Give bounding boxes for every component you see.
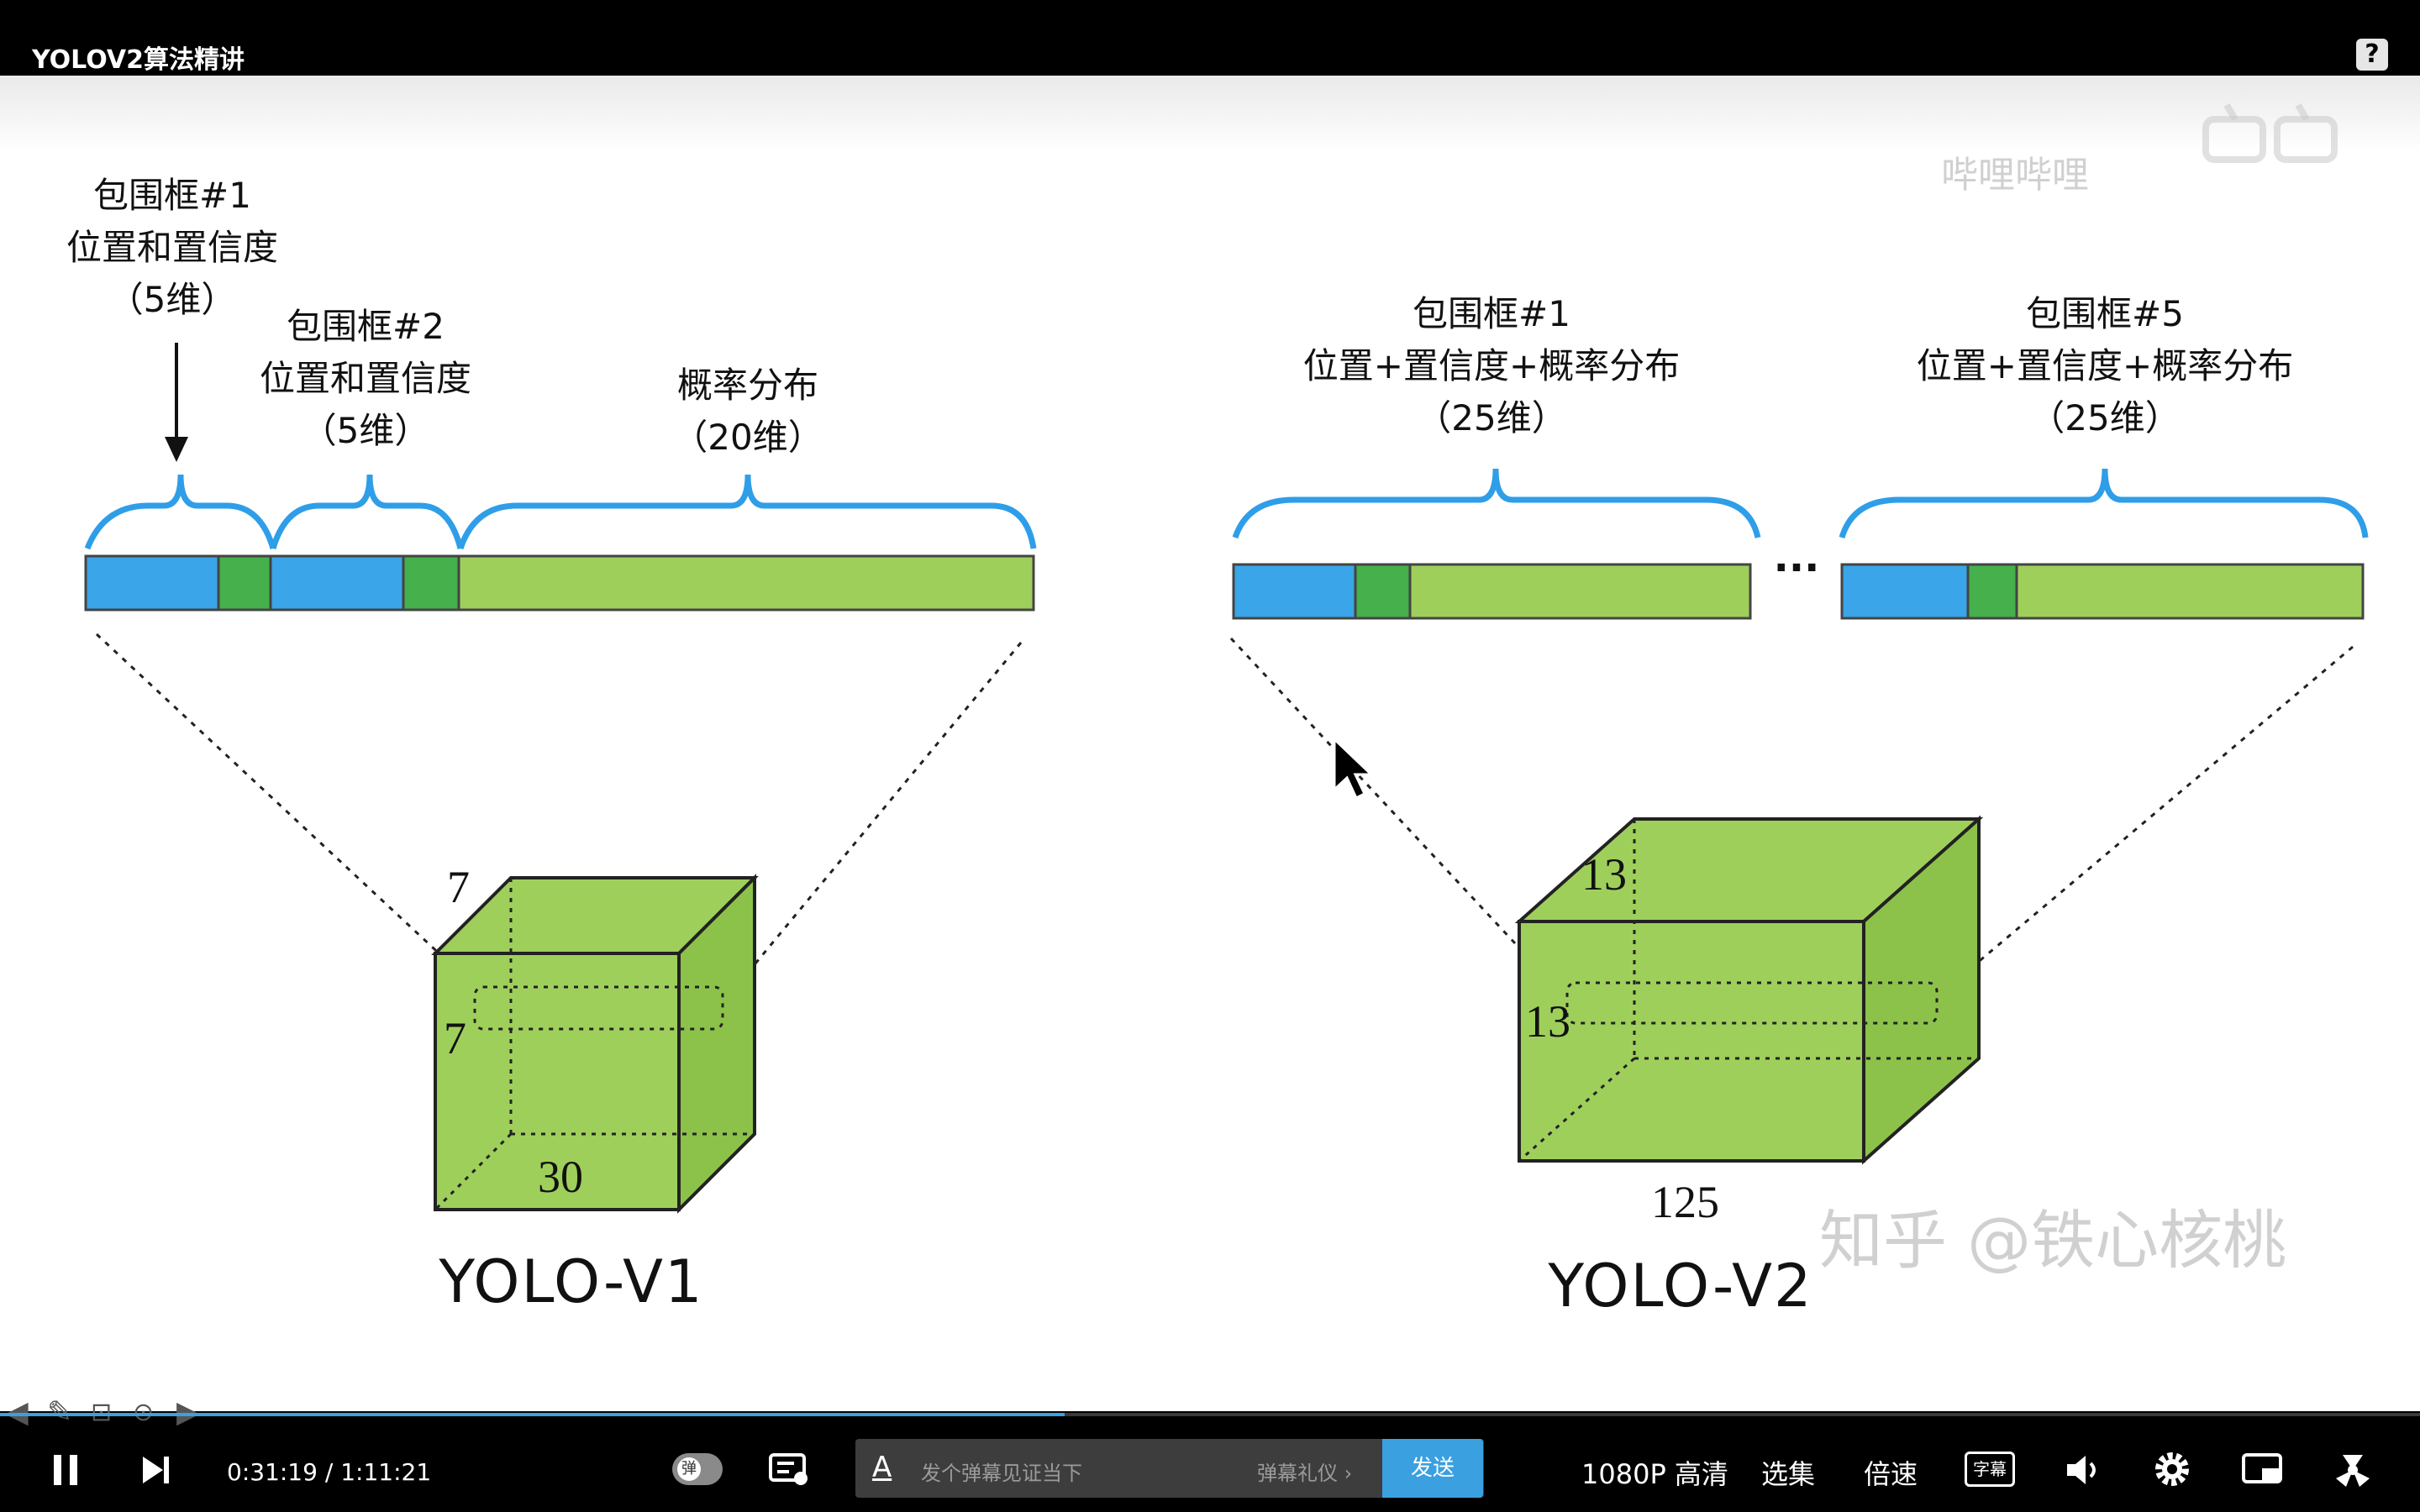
cursor-icon [1333,736,1375,801]
bilibili-watermark: 哔哩哔哩 [1941,154,2089,197]
v2-ellipsis: ··· [1773,544,1820,591]
danmu-input[interactable]: 发个弹幕见证当下 [921,1457,1082,1486]
danmu-toggle[interactable]: 弹 [672,1453,723,1485]
v2-box5-label: 包围框#5 位置+置信度+概率分布 （25维） [1916,293,2294,438]
pause-button[interactable] [50,1453,81,1487]
video-title: YOLOV2算法精讲 [32,45,245,75]
brace-v1-prob [457,474,1037,550]
v1-dim-side: 7 [444,1013,466,1063]
danmu-etiquette-link[interactable]: 弹幕礼仪 › [1257,1457,1352,1486]
quality-button[interactable]: 1080P 高清 [1581,1453,1728,1492]
danmu-toggle-label: 弹 [677,1457,701,1481]
down-arrow-head [165,437,188,462]
v1-name: YOLO-V1 [439,1247,704,1316]
v1-box2-label: 包围框#2 位置和置信度 （5维） [259,306,472,451]
v2-braces [1232,468,2369,539]
danmu-style-icon[interactable]: A [872,1451,892,1484]
brace-v2-box1 [1232,468,1761,539]
settings-gear-icon[interactable] [2153,1450,2191,1488]
brace-v2-box5 [1839,468,2369,539]
speed-button[interactable]: 倍速 [1864,1453,1918,1492]
pip-icon[interactable] [2242,1452,2284,1487]
brace-v1-box2 [270,474,464,550]
v1-box1-label: 包围框#1 位置和置信度 （5维） [66,175,279,320]
progress-bar[interactable] [0,1413,2420,1416]
bilibili-logo [2202,102,2338,163]
v2-dim-side: 13 [1525,996,1570,1047]
v1-vector [84,554,1035,612]
player-controls: 0:31:19 / 1:11:21 弹 A 发个弹幕见证当下 弹幕礼仪 › 发送… [0,1436,2420,1512]
v2-dim-bottom: 125 [1651,1177,1719,1227]
title-bar: YOLOV2算法精讲 ? [0,0,2420,76]
time-display: 0:31:19 / 1:11:21 [227,1458,431,1486]
progress-fill [0,1413,1065,1416]
help-icon[interactable]: ? [2356,39,2388,71]
danmu-settings-icon[interactable] [769,1452,809,1487]
subtitle-icon[interactable]: 字幕 [1965,1452,2015,1487]
v2-name: YOLO-V2 [1548,1252,1813,1320]
next-button[interactable] [141,1455,171,1485]
brace-v1-box1 [84,474,276,550]
current-time: 0:31:19 [227,1458,318,1486]
total-time: 1:11:21 [340,1458,432,1486]
zhihu-watermark: 知乎 @铁心核桃 [1819,1203,2287,1278]
v2-dim-top: 13 [1581,849,1627,900]
volume-icon[interactable] [2064,1452,2101,1488]
send-button[interactable]: 发送 [1382,1439,1483,1498]
video-frame[interactable]: 包围框#1 位置和置信度 （5维） 包围框#2 位置和置信度 （5维） 概率分布… [0,76,2420,1411]
time-separator: / [324,1458,334,1486]
v1-dim-top: 7 [447,862,470,912]
fullscreen-icon[interactable] [2333,1450,2373,1490]
v1-braces [84,474,1037,550]
v1-cube [431,874,759,1214]
v2-box1-label: 包围框#1 位置+置信度+概率分布 （25维） [1302,293,1681,438]
episodes-button[interactable]: 选集 [1761,1453,1815,1492]
v1-prob-label: 概率分布 （20维） [672,365,823,458]
v1-dim-bottom: 30 [538,1152,583,1202]
